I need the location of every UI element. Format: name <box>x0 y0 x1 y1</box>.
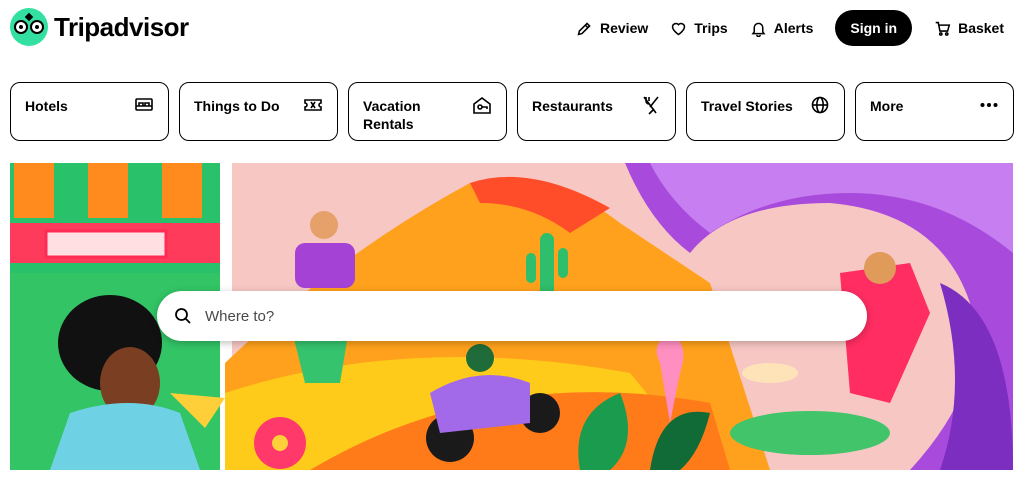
category-hotels[interactable]: Hotels <box>10 82 169 141</box>
bed-icon <box>134 95 154 115</box>
top-header: Tripadvisor Review Trips Alerts Sign in … <box>0 0 1024 56</box>
bell-icon <box>751 22 766 37</box>
sign-in-button[interactable]: Sign in <box>835 10 913 46</box>
pencil-icon <box>577 21 591 36</box>
basket-link[interactable]: Basket <box>934 20 1004 37</box>
heart-icon <box>672 22 686 35</box>
category-label: Travel Stories <box>701 98 793 114</box>
brand-name: Tripadvisor <box>54 11 189 42</box>
hero-banner <box>10 163 1013 470</box>
trips-label: Trips <box>694 20 728 36</box>
header-nav: Review Trips Alerts Sign in Basket <box>576 10 1004 46</box>
trips-link[interactable]: Trips <box>670 20 728 37</box>
category-label: Vacation Rentals <box>363 98 421 132</box>
category-label: Restaurants <box>532 98 613 114</box>
search-input[interactable] <box>205 307 805 325</box>
fork-knife-icon <box>641 95 661 115</box>
category-restaurants[interactable]: Restaurants <box>517 82 676 141</box>
alerts-label: Alerts <box>773 20 814 36</box>
globe-icon <box>810 95 830 115</box>
search-bar[interactable] <box>157 291 867 341</box>
ticket-icon <box>303 95 323 115</box>
cart-icon <box>935 21 951 36</box>
category-label: More <box>870 98 904 114</box>
category-more[interactable]: More <box>855 82 1014 141</box>
tripadvisor-logo[interactable]: Tripadvisor <box>10 8 189 46</box>
alerts-link[interactable]: Alerts <box>750 20 814 37</box>
category-vacation-rentals[interactable]: Vacation Rentals <box>348 82 507 141</box>
review-link[interactable]: Review <box>576 20 648 37</box>
basket-label: Basket <box>958 20 1004 36</box>
category-label: Things to Do <box>194 98 280 114</box>
more-dots-icon <box>979 95 999 115</box>
category-row: Hotels Things to Do Vacation Rentals Res… <box>10 82 1014 141</box>
category-travel-stories[interactable]: Travel Stories <box>686 82 845 141</box>
category-label: Hotels <box>25 98 68 114</box>
category-things-to-do[interactable]: Things to Do <box>179 82 338 141</box>
review-label: Review <box>600 20 649 36</box>
house-key-icon <box>472 95 492 115</box>
search-icon <box>175 308 191 324</box>
owl-logo-icon <box>10 8 48 46</box>
